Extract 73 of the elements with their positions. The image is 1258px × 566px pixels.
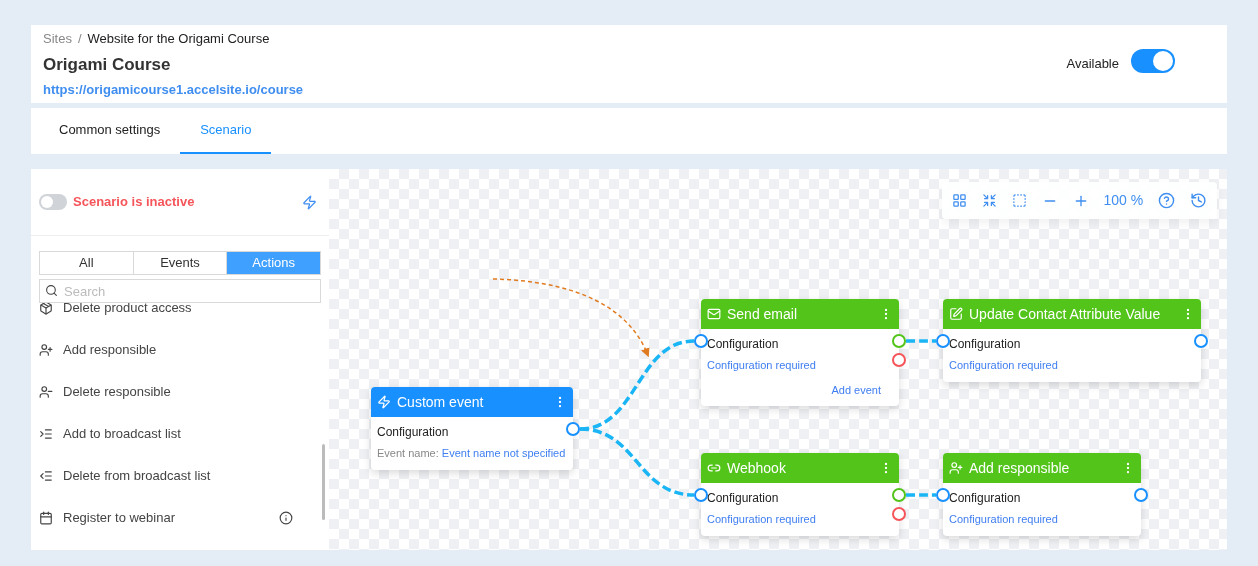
config-label: Configuration (949, 490, 1022, 507)
node-card[interactable]: Custom event Configuration Event name: Event name not specified (371, 387, 573, 470)
config-label: Configuration (949, 336, 1022, 353)
breadcrumb-current: Website for the Origami Course (87, 29, 270, 48)
search-icon (45, 284, 58, 297)
tab[interactable]: Common settings (39, 108, 181, 154)
node-card[interactable]: Update Contact Attribute Value Configuration Configuration required (943, 299, 1201, 382)
fit-icon[interactable] (981, 193, 997, 208)
lightning-icon (377, 395, 391, 409)
envelope-icon (707, 307, 721, 321)
outdent-list-icon (39, 469, 53, 483)
site-title: Origami Course (43, 54, 172, 77)
node-card[interactable]: Send email Configuration Configuration required Add event (701, 299, 899, 406)
node-card[interactable]: Add responsible Configuration Configuration required (943, 453, 1141, 536)
link-icon (707, 461, 721, 475)
config-label: Configuration (377, 424, 450, 441)
output-port[interactable] (892, 334, 906, 348)
node-title: Custom event (397, 392, 484, 412)
node-title: Add responsible (969, 458, 1070, 478)
breadcrumb-link[interactable]: Sites (43, 28, 72, 49)
node-title: Send email (727, 304, 798, 324)
output-port[interactable] (892, 488, 906, 502)
config-label: Configuration (707, 336, 780, 353)
output-port[interactable] (566, 422, 580, 436)
config-required-link[interactable]: Configuration required (707, 357, 893, 374)
error-port[interactable] (892, 353, 906, 367)
scenario-toggle[interactable] (39, 194, 67, 210)
action-item[interactable]: Delete responsible (31, 371, 329, 413)
user-minus-icon (39, 385, 53, 399)
connector[interactable] (906, 493, 936, 497)
config-label: Configuration (707, 490, 780, 507)
config-required-link[interactable]: Configuration required (707, 511, 893, 528)
input-port[interactable] (936, 488, 950, 502)
output-port[interactable] (1134, 488, 1148, 502)
node-card[interactable]: Webhook Configuration Configuration required (701, 453, 899, 536)
available-label: Available (1066, 55, 1119, 74)
config-required-link[interactable]: Configuration required (949, 357, 1195, 374)
config-required-link[interactable]: Configuration required (949, 511, 1135, 528)
action-item[interactable]: Register to webinar (31, 497, 329, 539)
action-item[interactable]: Add to broadcast list (31, 413, 329, 455)
add-event-link[interactable]: Add event (831, 381, 881, 398)
input-port[interactable] (694, 488, 708, 502)
connector[interactable] (579, 427, 695, 497)
info-icon[interactable] (279, 511, 293, 525)
history-icon[interactable] (1189, 192, 1207, 209)
output-port[interactable] (1194, 334, 1208, 348)
breadcrumb-separator: / (77, 29, 82, 48)
scrollbar[interactable] (322, 444, 325, 520)
box-icon (39, 303, 53, 315)
available-toggle[interactable] (1131, 48, 1175, 73)
scenario-status: Scenario is inactive (73, 193, 195, 212)
action-item[interactable]: Delete from broadcast list (31, 455, 329, 497)
grid-icon[interactable] (952, 193, 967, 208)
error-port[interactable] (892, 507, 906, 521)
action-item[interactable]: Add responsible (31, 329, 329, 371)
edit-icon (949, 307, 963, 321)
help-icon[interactable] (1158, 192, 1176, 209)
indent-list-icon (39, 427, 53, 441)
user-plus-icon (39, 343, 53, 357)
node-title: Webhook (727, 458, 786, 478)
lightning-icon[interactable] (302, 194, 317, 210)
calendar-icon (39, 511, 53, 525)
connector[interactable] (906, 339, 936, 343)
action-item[interactable]: Delete product access (31, 303, 329, 329)
filter-tab[interactable]: All (40, 252, 133, 274)
node-title: Update Contact Attribute Value (969, 304, 1161, 324)
input-port[interactable] (936, 334, 950, 348)
zoom-level: 100 % (1103, 191, 1144, 210)
input-port[interactable] (694, 334, 708, 348)
search-field[interactable]: Search (39, 279, 321, 303)
event-name-text: Event name: Event name not specified (377, 446, 567, 461)
center-icon[interactable] (1011, 193, 1027, 208)
user-plus-icon (949, 461, 963, 475)
